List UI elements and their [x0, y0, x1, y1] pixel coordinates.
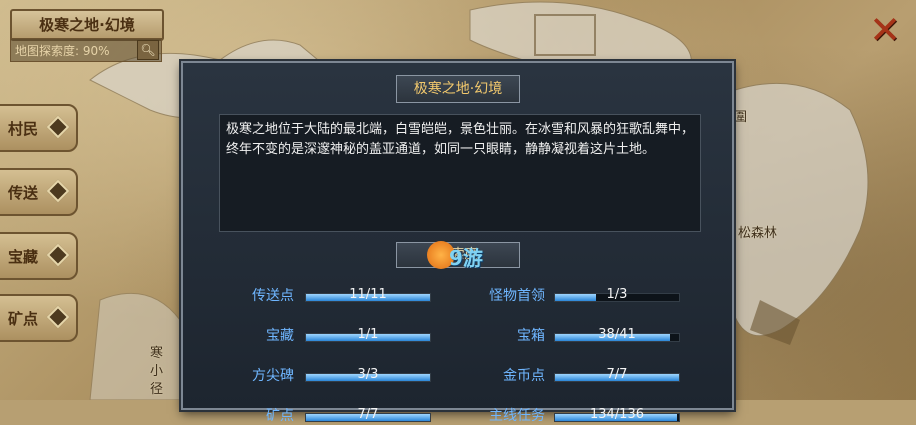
- side-tab-label: 村民: [8, 120, 39, 138]
- side-tab-label: 矿点: [8, 310, 39, 328]
- diamond-icon: [46, 179, 70, 203]
- stat-label: 宝箱: [517, 328, 545, 344]
- stat-row: 怪物首领: [183, 285, 545, 305]
- search-icon[interactable]: 🔍︎: [137, 40, 159, 60]
- diamond-icon: [46, 115, 70, 139]
- stat-value: 38/41: [598, 327, 636, 342]
- map-explore-progress: 地图探索度: 90% 🔍︎: [10, 38, 162, 62]
- watermark-text: 9游: [449, 246, 483, 270]
- diamond-icon: [46, 305, 70, 329]
- progress-bar: 134/136: [554, 407, 680, 422]
- stat-row: 主线任务: [183, 405, 545, 425]
- stat-row: 宝箱: [183, 325, 545, 345]
- map-label: 小: [150, 364, 164, 379]
- close-icon[interactable]: ✕: [868, 11, 902, 49]
- region-info-dialog: 极寒之地·幻境 极寒之地位于大陆的最北端，白雪皑皑，景色壮丽。在冰雪和风暴的狂歌…: [181, 61, 734, 424]
- side-tab-villager[interactable]: 村民: [0, 104, 78, 152]
- progress-bar: 1/3: [554, 287, 680, 302]
- description-box: 极寒之地位于大陆的最北端，白雪皑皑，景色壮丽。在冰雪和风暴的狂歌乱舞中，终年不变…: [219, 114, 701, 232]
- stat-value: 7/7: [606, 367, 628, 382]
- description-text: 极寒之地位于大陆的最北端，白雪皑皑，景色壮丽。在冰雪和风暴的狂歌乱舞中，终年不变…: [226, 122, 695, 157]
- side-tab-mine[interactable]: 矿点: [0, 294, 78, 342]
- map-title: 极寒之地·幻境: [10, 9, 164, 41]
- dialog-title: 极寒之地·幻境: [396, 75, 520, 103]
- watermark-logo: 9游: [427, 241, 507, 271]
- side-tab-label: 宝藏: [8, 248, 39, 266]
- map-label: 松森林: [738, 226, 778, 241]
- stat-value: 134/136: [589, 407, 644, 422]
- map-label: 径: [150, 382, 164, 397]
- map-label: 圍: [734, 110, 748, 125]
- stat-label: 怪物首领: [489, 288, 545, 304]
- progress-bar: 7/7: [554, 367, 680, 382]
- side-tab-treasure[interactable]: 宝藏: [0, 232, 78, 280]
- stat-label: 主线任务: [489, 408, 545, 424]
- stat-row: 金币点: [183, 365, 545, 385]
- stat-value: 1/3: [606, 287, 628, 302]
- progress-bar: 38/41: [554, 327, 680, 342]
- map-label: 寒: [150, 346, 164, 361]
- explore-label: 地图探索度: 90%: [15, 44, 110, 58]
- stat-label: 金币点: [503, 368, 545, 384]
- side-tab-teleport[interactable]: 传送: [0, 168, 78, 216]
- diamond-icon: [46, 243, 70, 267]
- side-tab-label: 传送: [8, 184, 39, 202]
